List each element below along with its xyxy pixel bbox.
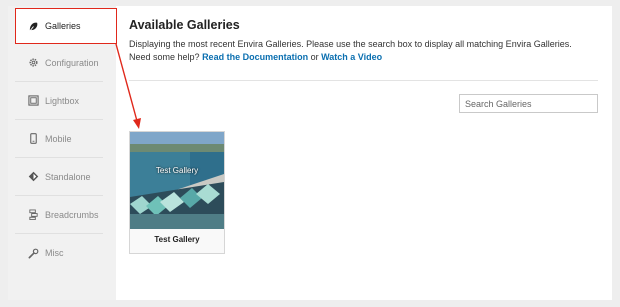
sidebar-item-mobile[interactable]: Mobile xyxy=(15,120,103,158)
sidebar-item-label: Breadcrumbs xyxy=(45,209,99,220)
sidebar-item-label: Configuration xyxy=(45,57,99,68)
or-text: or xyxy=(310,52,319,62)
sidebar-item-configuration[interactable]: Configuration xyxy=(15,44,103,82)
lightbox-icon xyxy=(27,95,39,107)
sidebar-item-label: Misc xyxy=(45,248,64,258)
video-link[interactable]: Watch a Video xyxy=(321,52,382,62)
gallery-name: Test Gallery xyxy=(154,235,200,244)
help-text: Need some help? xyxy=(129,52,200,62)
mobile-icon xyxy=(27,133,39,145)
description: Displaying the most recent Envira Galler… xyxy=(129,38,599,64)
sidebar-item-label: Mobile xyxy=(45,133,72,144)
breadcrumbs-icon xyxy=(27,209,39,221)
divider xyxy=(129,80,598,81)
documentation-link[interactable]: Read the Documentation xyxy=(202,52,308,62)
sidebar-item-galleries[interactable]: Galleries xyxy=(15,8,117,44)
page-title: Available Galleries xyxy=(129,18,240,32)
wrench-icon xyxy=(27,247,39,259)
sidebar-item-label: Standalone xyxy=(45,171,91,182)
gallery-thumbnail[interactable]: Test Gallery xyxy=(130,132,224,229)
sidebar-item-lightbox[interactable]: Lightbox xyxy=(15,82,103,120)
sidebar-item-label: Galleries xyxy=(45,21,81,31)
leaf-icon xyxy=(27,20,39,32)
gallery-card[interactable]: Test Gallery Test Gallery xyxy=(129,131,225,254)
sidebar-item-label: Lightbox xyxy=(45,95,80,106)
sidebar-item-misc[interactable]: Misc xyxy=(15,234,103,272)
thumbnail-title: Test Gallery xyxy=(155,166,199,175)
standalone-icon xyxy=(27,171,39,183)
search-input[interactable] xyxy=(459,94,598,113)
description-text: Displaying the most recent Envira Galler… xyxy=(129,39,572,49)
sidebar-item-standalone[interactable]: Standalone xyxy=(15,158,103,196)
sidebar-item-breadcrumbs[interactable]: Breadcrumbs xyxy=(15,196,103,234)
gear-icon xyxy=(27,57,39,69)
